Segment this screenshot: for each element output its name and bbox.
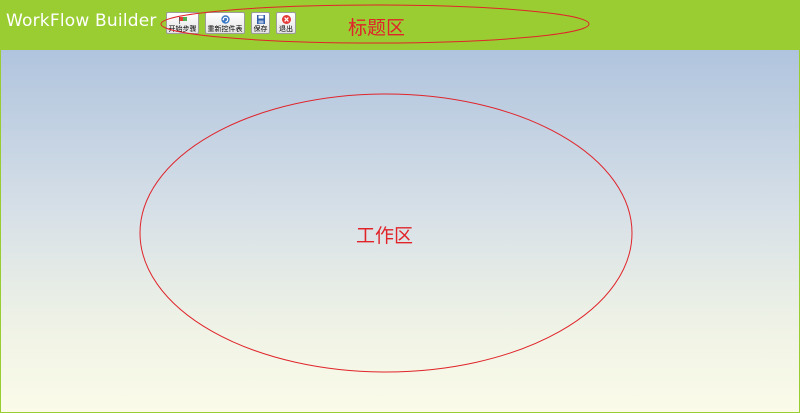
app-title: WorkFlow Builder	[6, 11, 157, 31]
start-step-button[interactable]: 开始步骤	[166, 12, 199, 34]
refresh-icon	[220, 15, 230, 24]
refresh-controls-button[interactable]: 重新控件表	[205, 12, 245, 34]
save-button[interactable]: 保存	[251, 12, 270, 34]
header-area-annotation: 标题区	[348, 17, 406, 39]
flag-icon	[178, 17, 187, 24]
save-label: 保存	[253, 25, 268, 33]
close-circle-icon	[281, 15, 291, 24]
exit-button[interactable]: 退出	[276, 12, 296, 34]
refresh-controls-label: 重新控件表	[207, 25, 243, 33]
floppy-disk-icon	[256, 15, 265, 24]
start-step-label: 开始步骤	[168, 25, 197, 33]
workspace-area-annotation: 工作区	[356, 225, 414, 247]
exit-label: 退出	[279, 25, 293, 33]
